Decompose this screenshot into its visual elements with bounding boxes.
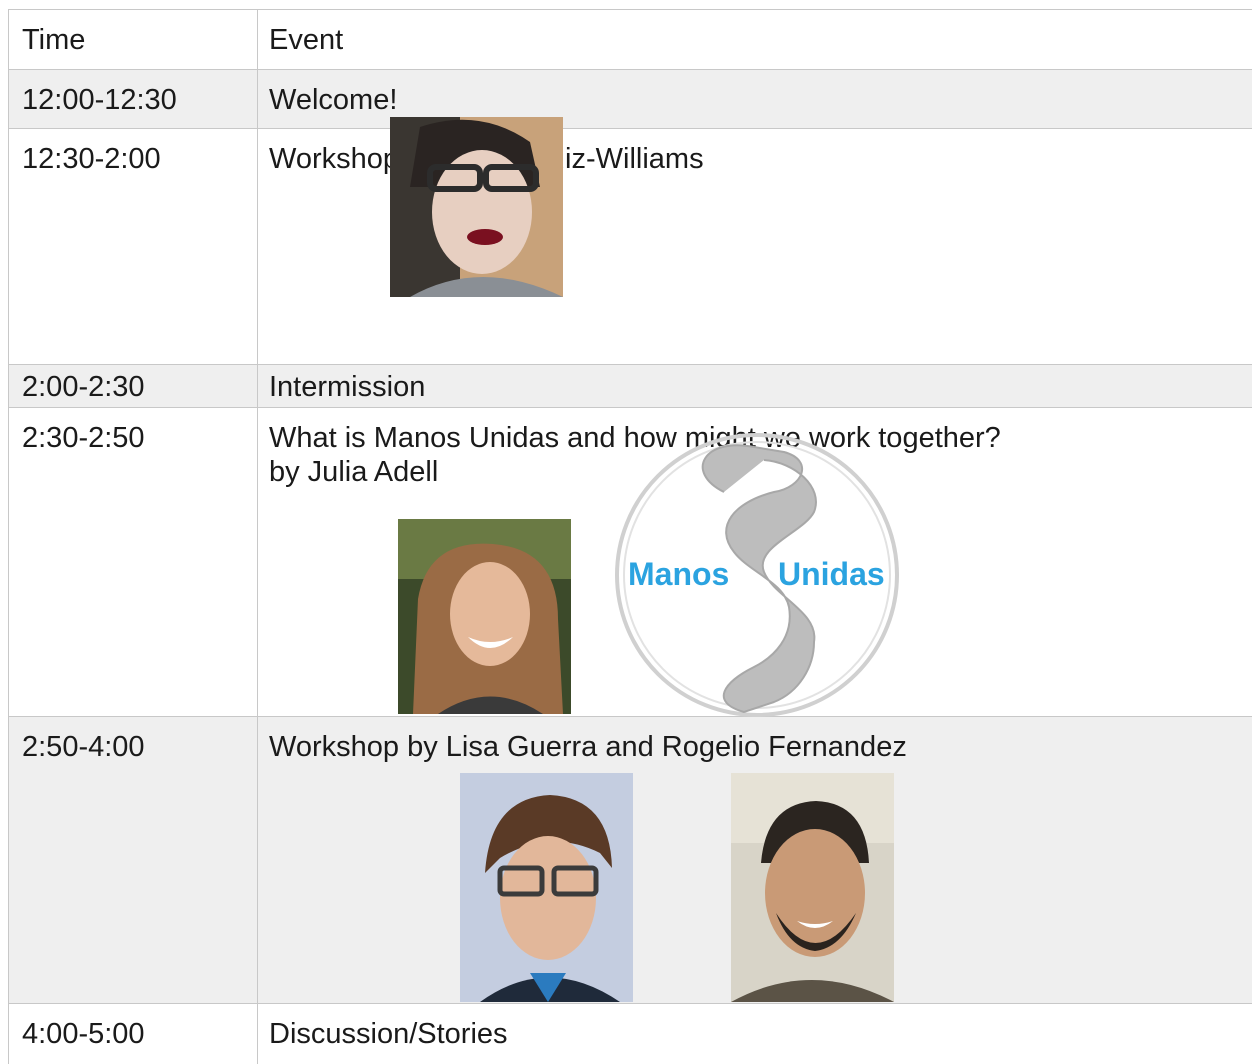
table-row: 12:00-12:30 Welcome! xyxy=(9,70,1252,129)
table-row: 4:00-5:00 Discussion/Stories xyxy=(9,1004,1252,1064)
header-time: Time xyxy=(22,24,86,56)
speaker-photo-rogelio xyxy=(731,773,894,1002)
row-event: Welcome! xyxy=(269,84,398,116)
row-time: 2:30-2:50 xyxy=(22,422,145,454)
speaker-photo-elena xyxy=(390,117,563,297)
logo-word-manos: Manos xyxy=(628,556,730,592)
table-row: 12:30-2:00 Workshop by Elena Ruiz-Willia… xyxy=(9,117,1252,365)
row-time: 12:30-2:00 xyxy=(22,143,161,175)
header-event: Event xyxy=(269,24,344,56)
row-event: Intermission xyxy=(269,371,426,403)
row-event-line2: by Julia Adell xyxy=(269,456,439,488)
row-event: Discussion/Stories xyxy=(269,1018,508,1050)
speaker-photo-lisa xyxy=(460,773,633,1002)
speaker-photo-julia xyxy=(398,519,571,714)
row-time: 2:50-4:00 xyxy=(22,731,145,763)
row-time: 4:00-5:00 xyxy=(22,1018,145,1050)
row-time: 2:00-2:30 xyxy=(22,371,145,403)
row-event: Workshop by Lisa Guerra and Rogelio Fern… xyxy=(269,731,907,763)
table-row: 2:00-2:30 Intermission xyxy=(9,365,1252,408)
table-header-row: Time Event xyxy=(9,10,1252,70)
logo-word-unidas: Unidas xyxy=(778,556,885,592)
row-time: 12:00-12:30 xyxy=(22,84,177,116)
manos-unidas-logo: Manos Unidas xyxy=(614,432,900,718)
